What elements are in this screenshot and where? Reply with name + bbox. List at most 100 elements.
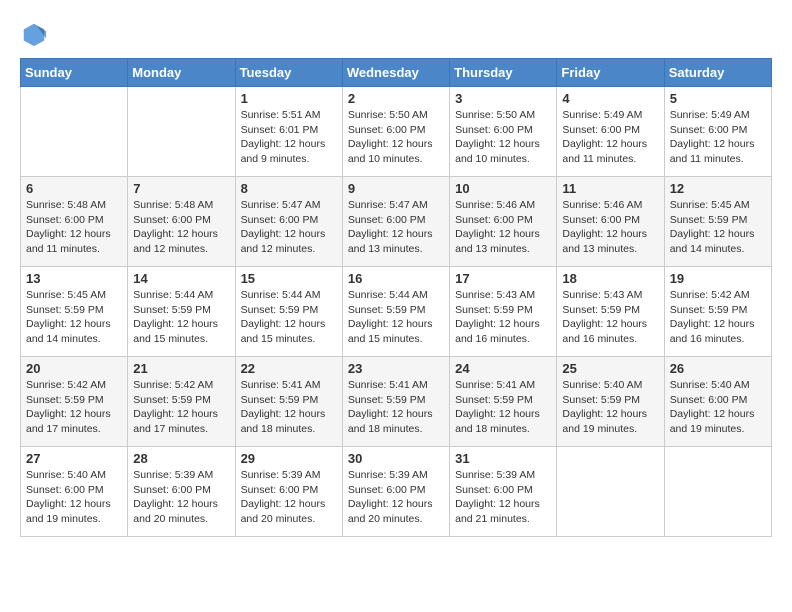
day-number: 14 — [133, 271, 229, 286]
day-info: Sunrise: 5:50 AM Sunset: 6:00 PM Dayligh… — [455, 108, 551, 167]
day-cell: 5 Sunrise: 5:49 AM Sunset: 6:00 PM Daylig… — [664, 87, 771, 177]
day-info: Sunrise: 5:39 AM Sunset: 6:00 PM Dayligh… — [241, 468, 337, 527]
day-number: 22 — [241, 361, 337, 376]
header-saturday: Saturday — [664, 59, 771, 87]
day-info: Sunrise: 5:42 AM Sunset: 5:59 PM Dayligh… — [133, 378, 229, 437]
week-row-5: 27 Sunrise: 5:40 AM Sunset: 6:00 PM Dayli… — [21, 447, 772, 537]
day-cell: 31 Sunrise: 5:39 AM Sunset: 6:00 PM Dayli… — [450, 447, 557, 537]
day-number: 29 — [241, 451, 337, 466]
day-info: Sunrise: 5:39 AM Sunset: 6:00 PM Dayligh… — [133, 468, 229, 527]
calendar-header-row: SundayMondayTuesdayWednesdayThursdayFrid… — [21, 59, 772, 87]
logo-icon — [20, 20, 48, 48]
day-info: Sunrise: 5:41 AM Sunset: 5:59 PM Dayligh… — [241, 378, 337, 437]
day-cell: 13 Sunrise: 5:45 AM Sunset: 5:59 PM Dayli… — [21, 267, 128, 357]
day-info: Sunrise: 5:40 AM Sunset: 5:59 PM Dayligh… — [562, 378, 658, 437]
header-thursday: Thursday — [450, 59, 557, 87]
day-number: 18 — [562, 271, 658, 286]
day-number: 27 — [26, 451, 122, 466]
day-cell: 12Sunrise: 5:45 AM Sunset: 5:59 PM Dayli… — [664, 177, 771, 267]
day-number: 20 — [26, 361, 122, 376]
day-number: 1 — [241, 91, 337, 106]
day-info: Sunrise: 5:39 AM Sunset: 6:00 PM Dayligh… — [455, 468, 551, 527]
day-number: 26 — [670, 361, 766, 376]
day-number: 9 — [348, 181, 444, 196]
day-number: 4 — [562, 91, 658, 106]
day-info: Sunrise: 5:49 AM Sunset: 6:00 PM Dayligh… — [562, 108, 658, 167]
header-wednesday: Wednesday — [342, 59, 449, 87]
day-info: Sunrise: 5:46 AM Sunset: 6:00 PM Dayligh… — [455, 198, 551, 257]
day-cell: 17 Sunrise: 5:43 AM Sunset: 5:59 PM Dayli… — [450, 267, 557, 357]
day-info: Sunrise: 5:44 AM Sunset: 5:59 PM Dayligh… — [348, 288, 444, 347]
day-cell — [557, 447, 664, 537]
day-cell — [664, 447, 771, 537]
day-info: Sunrise: 5:45 AM Sunset: 5:59 PM Dayligh… — [26, 288, 122, 347]
day-cell: 10 Sunrise: 5:46 AM Sunset: 6:00 PM Dayli… — [450, 177, 557, 267]
day-number: 23 — [348, 361, 444, 376]
day-number: 15 — [241, 271, 337, 286]
day-info: Sunrise: 5:43 AM Sunset: 5:59 PM Dayligh… — [562, 288, 658, 347]
day-number: 3 — [455, 91, 551, 106]
day-info: Sunrise: 5:42 AM Sunset: 5:59 PM Dayligh… — [26, 378, 122, 437]
header-monday: Monday — [128, 59, 235, 87]
day-cell: 4 Sunrise: 5:49 AM Sunset: 6:00 PM Daylig… — [557, 87, 664, 177]
day-cell: 25 Sunrise: 5:40 AM Sunset: 5:59 PM Dayli… — [557, 357, 664, 447]
day-number: 5 — [670, 91, 766, 106]
day-number: 10 — [455, 181, 551, 196]
day-info: Sunrise: 5:50 AM Sunset: 6:00 PM Dayligh… — [348, 108, 444, 167]
day-number: 13 — [26, 271, 122, 286]
day-cell: 8 Sunrise: 5:47 AM Sunset: 6:00 PM Daylig… — [235, 177, 342, 267]
day-info: Sunrise: 5:48 AM Sunset: 6:00 PM Dayligh… — [26, 198, 122, 257]
day-info: Sunrise: 5:40 AM Sunset: 6:00 PM Dayligh… — [26, 468, 122, 527]
day-cell: 28 Sunrise: 5:39 AM Sunset: 6:00 PM Dayli… — [128, 447, 235, 537]
day-info: Sunrise: 5:47 AM Sunset: 6:00 PM Dayligh… — [241, 198, 337, 257]
calendar-table: SundayMondayTuesdayWednesdayThursdayFrid… — [20, 58, 772, 537]
day-number: 17 — [455, 271, 551, 286]
day-number: 19 — [670, 271, 766, 286]
day-cell: 18 Sunrise: 5:43 AM Sunset: 5:59 PM Dayli… — [557, 267, 664, 357]
day-info: Sunrise: 5:51 AM Sunset: 6:01 PM Dayligh… — [241, 108, 337, 167]
day-number: 28 — [133, 451, 229, 466]
day-cell: 30 Sunrise: 5:39 AM Sunset: 6:00 PM Dayli… — [342, 447, 449, 537]
day-cell: 15 Sunrise: 5:44 AM Sunset: 5:59 PM Dayli… — [235, 267, 342, 357]
day-info: Sunrise: 5:42 AM Sunset: 5:59 PM Dayligh… — [670, 288, 766, 347]
day-info: Sunrise: 5:43 AM Sunset: 5:59 PM Dayligh… — [455, 288, 551, 347]
day-cell: 9 Sunrise: 5:47 AM Sunset: 6:00 PM Daylig… — [342, 177, 449, 267]
day-cell: 3 Sunrise: 5:50 AM Sunset: 6:00 PM Daylig… — [450, 87, 557, 177]
day-cell: 11Sunrise: 5:46 AM Sunset: 6:00 PM Dayli… — [557, 177, 664, 267]
day-info: Sunrise: 5:44 AM Sunset: 5:59 PM Dayligh… — [241, 288, 337, 347]
day-cell — [128, 87, 235, 177]
day-number: 8 — [241, 181, 337, 196]
week-row-1: 1 Sunrise: 5:51 AM Sunset: 6:01 PM Daylig… — [21, 87, 772, 177]
day-number: 24 — [455, 361, 551, 376]
day-number: 25 — [562, 361, 658, 376]
day-cell: 23Sunrise: 5:41 AM Sunset: 5:59 PM Dayli… — [342, 357, 449, 447]
day-number: 16 — [348, 271, 444, 286]
day-cell: 20 Sunrise: 5:42 AM Sunset: 5:59 PM Dayli… — [21, 357, 128, 447]
day-info: Sunrise: 5:49 AM Sunset: 6:00 PM Dayligh… — [670, 108, 766, 167]
logo — [20, 20, 52, 48]
day-cell: 16 Sunrise: 5:44 AM Sunset: 5:59 PM Dayli… — [342, 267, 449, 357]
day-info: Sunrise: 5:44 AM Sunset: 5:59 PM Dayligh… — [133, 288, 229, 347]
day-cell: 24 Sunrise: 5:41 AM Sunset: 5:59 PM Dayli… — [450, 357, 557, 447]
day-number: 12 — [670, 181, 766, 196]
header — [20, 20, 772, 48]
day-info: Sunrise: 5:48 AM Sunset: 6:00 PM Dayligh… — [133, 198, 229, 257]
day-cell: 19 Sunrise: 5:42 AM Sunset: 5:59 PM Dayli… — [664, 267, 771, 357]
day-cell: 22 Sunrise: 5:41 AM Sunset: 5:59 PM Dayli… — [235, 357, 342, 447]
day-info: Sunrise: 5:46 AM Sunset: 6:00 PM Dayligh… — [562, 198, 658, 257]
day-cell: 2Sunrise: 5:50 AM Sunset: 6:00 PM Daylig… — [342, 87, 449, 177]
week-row-3: 13 Sunrise: 5:45 AM Sunset: 5:59 PM Dayli… — [21, 267, 772, 357]
day-info: Sunrise: 5:41 AM Sunset: 5:59 PM Dayligh… — [455, 378, 551, 437]
day-number: 31 — [455, 451, 551, 466]
day-info: Sunrise: 5:39 AM Sunset: 6:00 PM Dayligh… — [348, 468, 444, 527]
day-cell: 7Sunrise: 5:48 AM Sunset: 6:00 PM Daylig… — [128, 177, 235, 267]
day-cell: 26Sunrise: 5:40 AM Sunset: 6:00 PM Dayli… — [664, 357, 771, 447]
day-cell: 27 Sunrise: 5:40 AM Sunset: 6:00 PM Dayli… — [21, 447, 128, 537]
day-info: Sunrise: 5:47 AM Sunset: 6:00 PM Dayligh… — [348, 198, 444, 257]
week-row-4: 20 Sunrise: 5:42 AM Sunset: 5:59 PM Dayli… — [21, 357, 772, 447]
header-tuesday: Tuesday — [235, 59, 342, 87]
day-cell: 6Sunrise: 5:48 AM Sunset: 6:00 PM Daylig… — [21, 177, 128, 267]
day-number: 30 — [348, 451, 444, 466]
day-number: 21 — [133, 361, 229, 376]
day-cell: 14 Sunrise: 5:44 AM Sunset: 5:59 PM Dayli… — [128, 267, 235, 357]
